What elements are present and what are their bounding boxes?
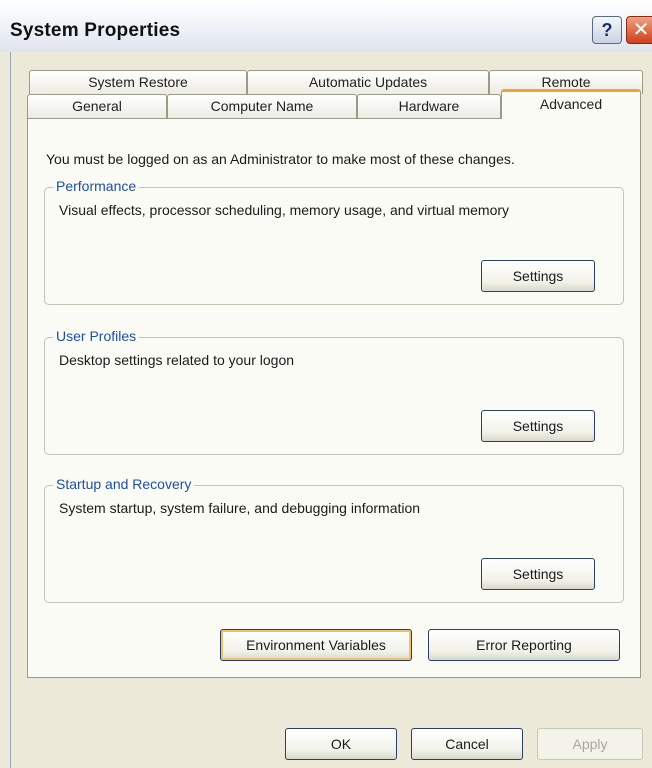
tab-label: Hardware	[398, 98, 460, 114]
advanced-tab-panel: You must be logged on as an Administrato…	[27, 118, 641, 678]
tab-advanced[interactable]: Advanced	[501, 89, 641, 119]
user-profiles-description: Desktop settings related to your logon	[59, 352, 295, 368]
tab-general[interactable]: General	[27, 94, 167, 118]
tab-computer-name[interactable]: Computer Name	[167, 94, 357, 118]
performance-settings-button[interactable]: Settings	[481, 260, 595, 292]
error-reporting-button[interactable]: Error Reporting	[428, 629, 620, 661]
environment-variables-button[interactable]: Environment Variables	[220, 629, 412, 661]
user-profiles-group-title: User Profiles	[53, 328, 140, 344]
performance-group: Performance Visual effects, processor sc…	[44, 178, 624, 305]
close-button[interactable]: ✕	[626, 16, 652, 44]
cancel-button[interactable]: Cancel	[411, 728, 523, 760]
ok-button[interactable]: OK	[285, 728, 397, 760]
tab-hardware[interactable]: Hardware	[357, 94, 501, 118]
tab-label: Remote	[541, 74, 591, 90]
startup-recovery-settings-button[interactable]: Settings	[481, 558, 595, 590]
startup-recovery-group: Startup and Recovery System startup, sys…	[44, 476, 624, 603]
administrator-notice: You must be logged on as an Administrato…	[46, 151, 515, 167]
user-profiles-settings-button[interactable]: Settings	[481, 410, 595, 442]
startup-recovery-group-title: Startup and Recovery	[53, 476, 195, 492]
tab-label: Automatic Updates	[308, 74, 428, 90]
dialog-body: System Restore Automatic Updates Remote …	[10, 52, 652, 768]
tab-label: General	[72, 98, 122, 114]
system-properties-window: System Properties ? ✕ System Restore Aut…	[0, 0, 652, 768]
startup-recovery-description: System startup, system failure, and debu…	[59, 500, 421, 516]
performance-description: Visual effects, processor scheduling, me…	[59, 202, 510, 218]
title-bar[interactable]: System Properties ? ✕	[0, 0, 652, 52]
performance-group-title: Performance	[53, 178, 140, 194]
tab-automatic-updates[interactable]: Automatic Updates	[247, 70, 489, 94]
apply-button[interactable]: Apply	[537, 728, 643, 760]
help-button[interactable]: ?	[592, 16, 622, 44]
window-title: System Properties	[10, 20, 181, 41]
tab-label: Advanced	[539, 96, 603, 112]
tab-label: System Restore	[88, 74, 188, 90]
user-profiles-group: User Profiles Desktop settings related t…	[44, 328, 624, 455]
tab-label: Computer Name	[210, 98, 314, 114]
tab-system-restore[interactable]: System Restore	[29, 70, 247, 94]
close-icon: ✕	[632, 19, 650, 41]
help-icon: ?	[601, 20, 613, 40]
